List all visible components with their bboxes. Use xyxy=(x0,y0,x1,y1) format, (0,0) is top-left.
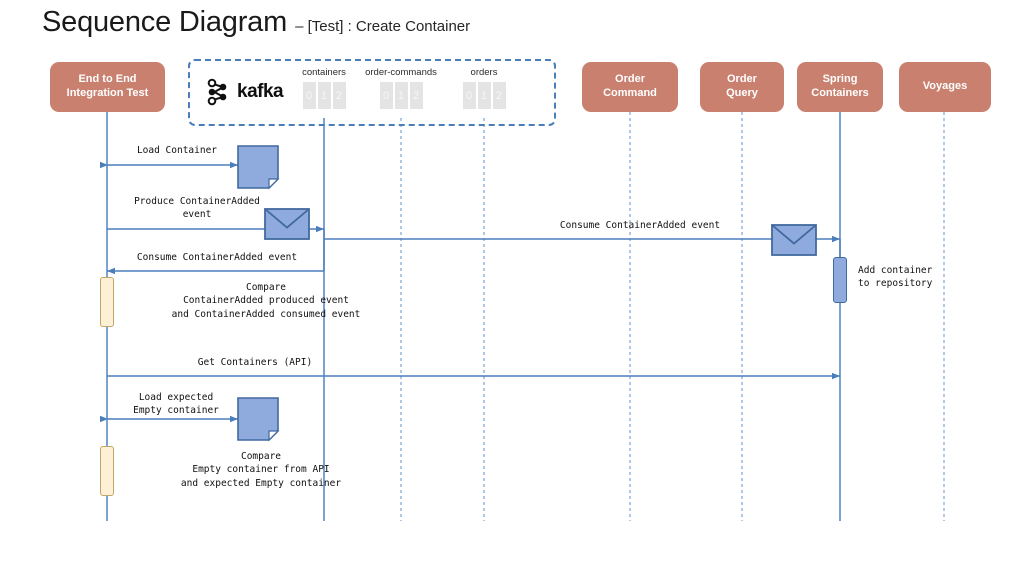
actor-label: Order Command xyxy=(603,73,657,101)
actor-box-voyages[interactable]: Voyages xyxy=(899,62,991,112)
kafka-partition: 0 xyxy=(302,82,316,109)
actor-label-line1: Spring xyxy=(822,73,858,86)
actor-box-spring[interactable]: Spring Containers xyxy=(797,62,883,112)
actor-box-e2e[interactable]: End to End Integration Test xyxy=(50,62,165,112)
kafka-topic-label: containers xyxy=(302,67,346,78)
kafka-partition: 1 xyxy=(477,82,491,109)
kafka-partition: 1 xyxy=(317,82,331,109)
sequence-diagram-page: Sequence Diagram – [Test] : Create Conta… xyxy=(0,0,1024,576)
actor-box-ordqry[interactable]: Order Query xyxy=(700,62,784,112)
activation-bar-spring-add-container xyxy=(833,257,847,303)
message-label-load-expected-empty-container: Load expected Empty container xyxy=(133,392,219,416)
actor-box-ordcmd[interactable]: Order Command xyxy=(582,62,678,112)
actor-label-line1: Order xyxy=(615,73,645,86)
note-compare-containeradded: Compare ContainerAdded produced event an… xyxy=(171,282,361,320)
kafka-logo: kafka xyxy=(205,78,284,106)
note-compare-empty-container: Compare Empty container from API and exp… xyxy=(180,451,342,489)
actor-label: Voyages xyxy=(923,80,967,94)
kafka-partitions: 012 xyxy=(302,82,346,109)
message-label-load-container: Load Container xyxy=(136,145,218,156)
message-label-produce-containeradded: Produce ContainerAdded event xyxy=(134,196,260,220)
actor-label: End to End Integration Test xyxy=(67,73,149,101)
kafka-topic-label: order-commands xyxy=(365,67,437,78)
kafka-topic-orders: orders 0 1 2 xyxy=(444,67,524,109)
kafka-partition: 0 xyxy=(462,82,476,109)
message-label-consume-containeradded-e2e: Consume ContainerAdded event xyxy=(136,252,298,263)
kafka-topic-order-commands: order-commands 0 1 2 xyxy=(361,67,441,109)
actor-label-line1: End to End xyxy=(78,73,137,86)
kafka-topic-label: orders xyxy=(470,67,498,78)
kafka-brand-label: kafka xyxy=(237,81,284,102)
actor-label-line2: Containers xyxy=(811,87,869,99)
note-add-container-to-repository: Add container to repository xyxy=(858,265,933,290)
actor-label-line2: Query xyxy=(726,87,758,99)
kafka-partition: 0 xyxy=(379,82,393,109)
kafka-partition: 2 xyxy=(409,82,423,109)
activation-bar-e2e-compare-1 xyxy=(100,277,114,327)
actor-label: Spring Containers xyxy=(811,73,868,101)
message-label-consume-containeradded-spring: Consume ContainerAdded event xyxy=(559,220,721,231)
kafka-partitions: 012 xyxy=(462,82,506,109)
actor-label-line2: Command xyxy=(603,87,657,99)
kafka-partition: 1 xyxy=(394,82,408,109)
document-icon xyxy=(237,145,280,190)
actor-label-line2: Integration Test xyxy=(66,87,149,99)
kafka-partition: 2 xyxy=(332,82,346,109)
kafka-partition: 2 xyxy=(492,82,506,109)
message-label-get-containers-api: Get Containers (API) xyxy=(197,357,313,368)
kafka-topic-containers: containers 0 1 2 xyxy=(284,67,364,109)
actor-label: Order Query xyxy=(726,73,758,101)
kafka-logo-icon xyxy=(207,78,227,106)
actor-label-line1: Order xyxy=(727,73,757,86)
activation-bar-e2e-compare-2 xyxy=(100,446,114,496)
actor-label-line1: Voyages xyxy=(922,80,968,93)
kafka-partitions: 012 xyxy=(379,82,423,109)
